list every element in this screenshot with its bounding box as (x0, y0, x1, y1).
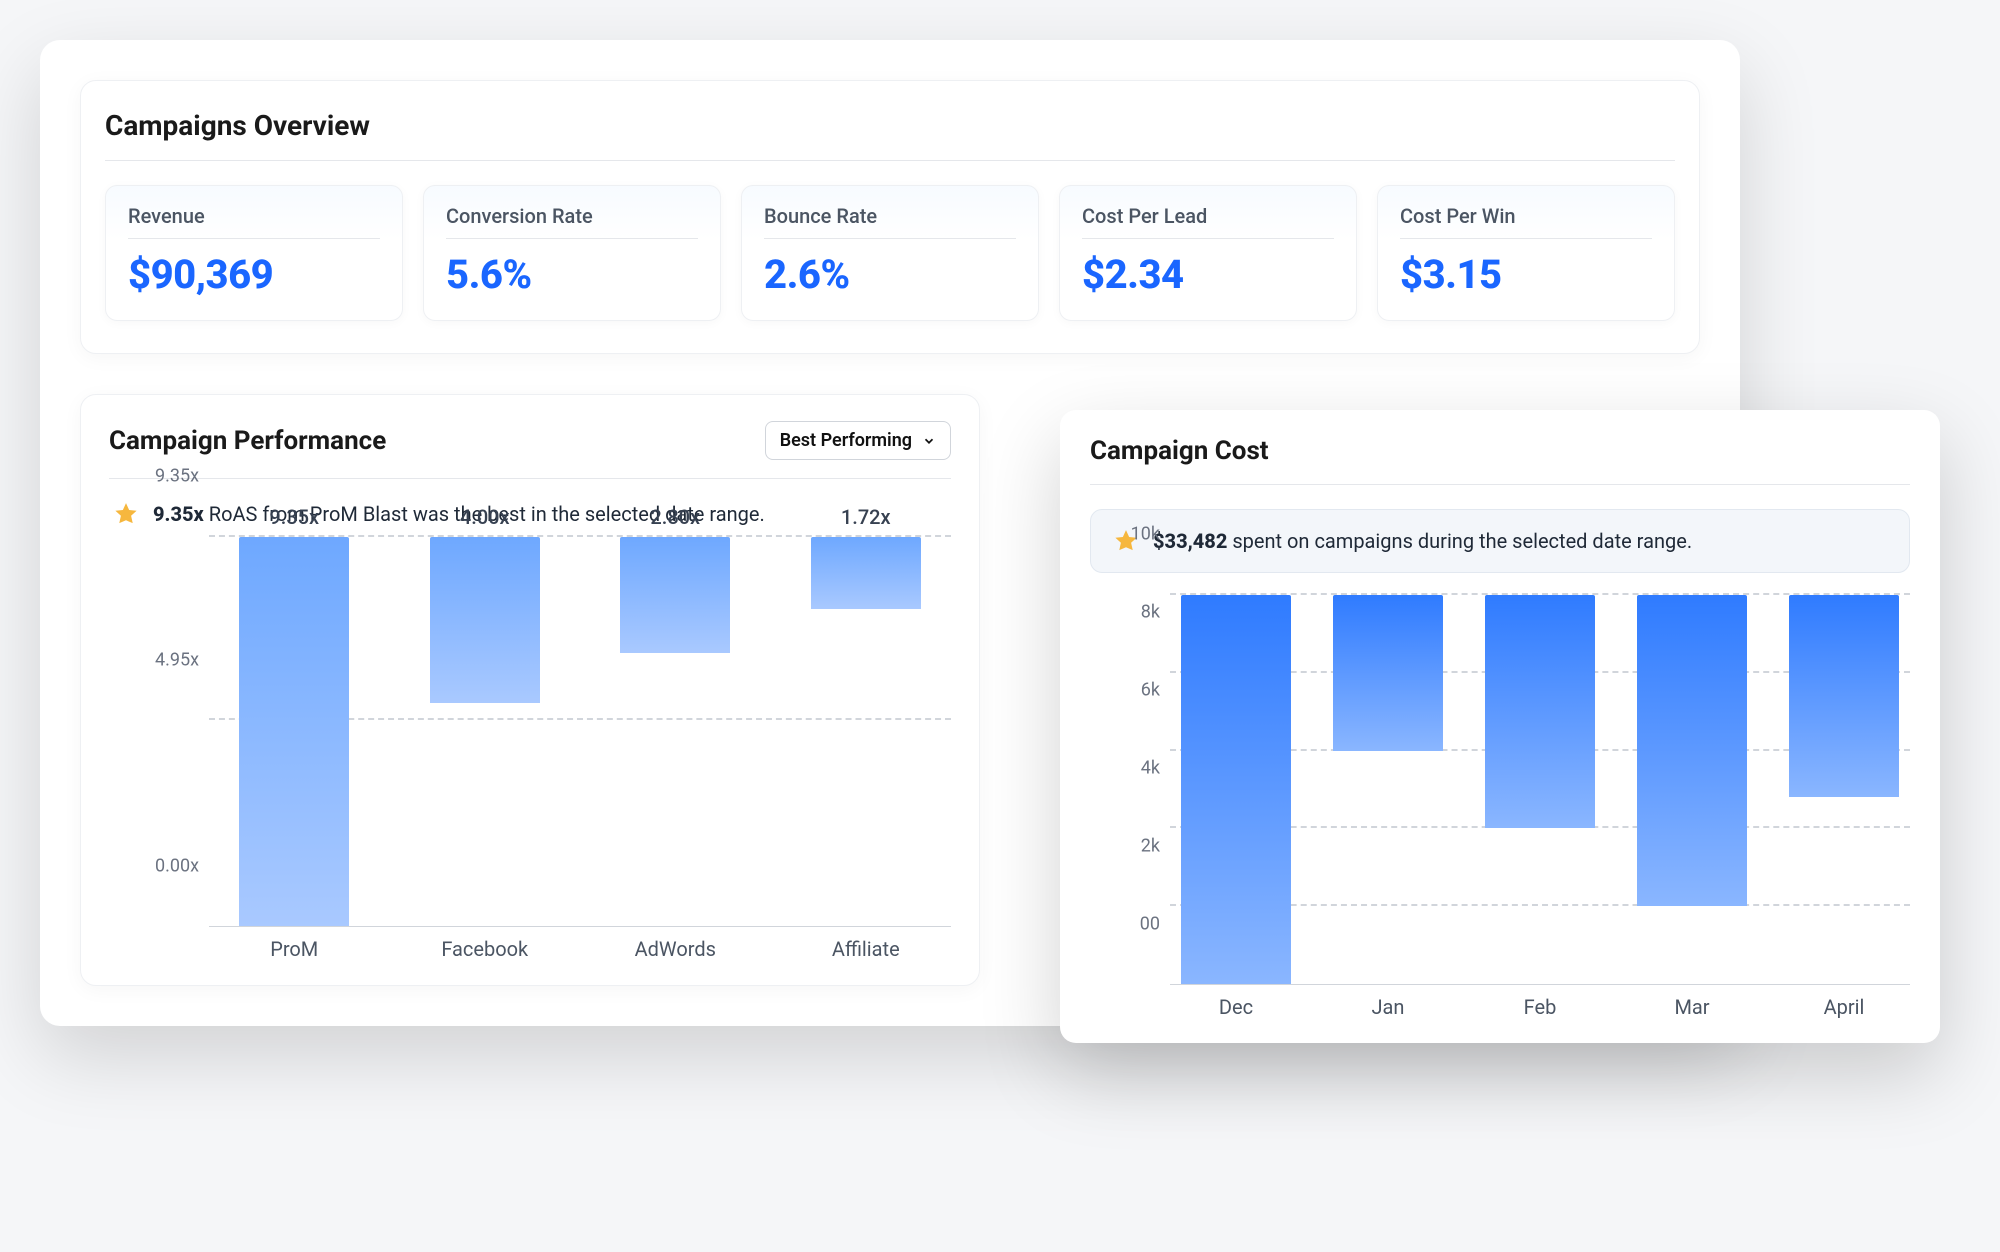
kpi-value: $90,369 (128, 251, 380, 298)
x-tick-label: April (1778, 995, 1910, 1019)
highlight-strong: $33,482 (1153, 529, 1227, 553)
kpi-grid: Revenue $90,369 Conversion Rate 5.6% Bou… (105, 185, 1675, 321)
y-tick-label: 2k (1141, 836, 1160, 857)
overview-panel: Campaigns Overview Revenue $90,369 Conve… (80, 80, 1700, 354)
kpi-label: Revenue (128, 204, 380, 239)
kpi-cost-per-lead: Cost Per Lead $2.34 (1059, 185, 1357, 321)
bar (1485, 595, 1595, 828)
cost-highlight-text: $33,482 spent on campaigns during the se… (1153, 529, 1692, 553)
bar-group: 2.80x (590, 537, 761, 926)
bar (1181, 595, 1291, 984)
performance-panel: Campaign Performance Best Performing 9.3… (80, 394, 980, 986)
cost-highlight: $33,482 spent on campaigns during the se… (1090, 509, 1910, 573)
dropdown-selected: Best Performing (780, 430, 912, 451)
x-tick-label: Dec (1170, 995, 1302, 1019)
highlight-rest: spent on campaigns during the selected d… (1227, 529, 1692, 553)
y-tick-label: 4k (1141, 758, 1160, 779)
x-tick-label: AdWords (590, 937, 761, 961)
kpi-label: Cost Per Win (1400, 204, 1652, 239)
sort-dropdown[interactable]: Best Performing (765, 421, 951, 460)
bar-group: 9.35x (209, 537, 380, 926)
kpi-label: Bounce Rate (764, 204, 1016, 239)
kpi-label: Cost Per Lead (1082, 204, 1334, 239)
kpi-value: $2.34 (1082, 251, 1334, 298)
bar-group (1626, 595, 1758, 984)
y-tick-label: 8k (1141, 602, 1160, 623)
bar (1637, 595, 1747, 906)
kpi-revenue: Revenue $90,369 (105, 185, 403, 321)
x-tick-label: ProM (209, 937, 380, 961)
bar-value-label: 4.00x (460, 505, 510, 529)
performance-highlight: 9.35x RoAS from ProM Blast was the best … (109, 479, 951, 537)
bar: 4.00x (430, 537, 540, 703)
bar-value-label: 1.72x (841, 505, 891, 529)
kpi-bounce-rate: Bounce Rate 2.6% (741, 185, 1039, 321)
bar: 9.35x (239, 537, 349, 926)
x-tick-label: Feb (1474, 995, 1606, 1019)
bar: 1.72x (811, 537, 921, 609)
bar-group: 4.00x (400, 537, 571, 926)
kpi-value: 5.6% (446, 251, 698, 298)
cost-panel: Campaign Cost $33,482 spent on campaigns… (1060, 410, 1940, 1043)
y-tick-label: 00 (1140, 914, 1160, 935)
y-tick-label: 9.35x (155, 466, 199, 487)
bar-group (1474, 595, 1606, 984)
bar-group (1322, 595, 1454, 984)
kpi-conversion-rate: Conversion Rate 5.6% (423, 185, 721, 321)
cost-chart: 002k4k6k8k10kDecJanFebMarApril (1090, 595, 1910, 1025)
bar-group (1778, 595, 1910, 984)
kpi-value: $3.15 (1400, 251, 1652, 298)
overview-title: Campaigns Overview (105, 109, 1675, 161)
highlight-strong: 9.35x (153, 502, 204, 526)
y-tick-label: 4.95x (155, 649, 199, 670)
bar: 2.80x (620, 537, 730, 653)
x-tick-label: Affiliate (781, 937, 952, 961)
x-tick-label: Jan (1322, 995, 1454, 1019)
bar (1789, 595, 1899, 797)
performance-header: Campaign Performance Best Performing (109, 421, 951, 479)
y-tick-label: 10k (1131, 524, 1160, 545)
cost-title: Campaign Cost (1090, 436, 1910, 485)
x-tick-label: Mar (1626, 995, 1758, 1019)
x-tick-label: Facebook (400, 937, 571, 961)
bar-group (1170, 595, 1302, 984)
y-tick-label: 0.00x (155, 856, 199, 877)
kpi-value: 2.6% (764, 251, 1016, 298)
chevron-down-icon (922, 434, 936, 448)
star-icon (113, 501, 139, 527)
bar-value-label: 9.35x (269, 505, 319, 529)
bar (1333, 595, 1443, 751)
bar-value-label: 2.80x (650, 505, 700, 529)
y-tick-label: 6k (1141, 680, 1160, 701)
bar-group: 1.72x (781, 537, 952, 926)
kpi-label: Conversion Rate (446, 204, 698, 239)
kpi-cost-per-win: Cost Per Win $3.15 (1377, 185, 1675, 321)
performance-title: Campaign Performance (109, 426, 386, 456)
performance-chart: 0.00x4.95x9.35x9.35x4.00x2.80x1.72xProMF… (109, 537, 951, 967)
